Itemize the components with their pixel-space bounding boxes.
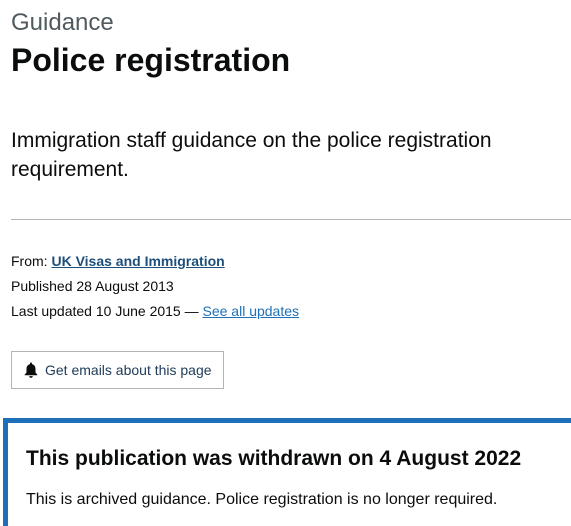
- page-summary: Immigration staff guidance on the police…: [11, 129, 492, 181]
- metadata-updated: Last updated 10 June 2015 — See all upda…: [11, 301, 299, 321]
- metadata-from: From: UK Visas and Immigration: [11, 251, 225, 271]
- updated-date: 10 June 2015: [95, 303, 181, 319]
- updated-label: Last updated: [11, 303, 92, 319]
- page-caption: Guidance: [11, 9, 114, 36]
- published-label: Published: [11, 278, 73, 294]
- divider: [11, 219, 571, 220]
- withdrawn-notice-title: This publication was withdrawn on 4 Augu…: [26, 447, 522, 470]
- withdrawn-notice: This publication was withdrawn on 4 Augu…: [3, 418, 571, 526]
- get-emails-button[interactable]: Get emails about this page: [11, 351, 224, 389]
- see-all-updates-link[interactable]: See all updates: [203, 303, 300, 319]
- get-emails-label: Get emails about this page: [45, 362, 212, 378]
- from-label: From:: [11, 253, 48, 269]
- page-title: Police registration: [11, 42, 291, 78]
- metadata-published: Published 28 August 2013: [11, 276, 174, 296]
- organisation-link[interactable]: UK Visas and Immigration: [51, 253, 224, 269]
- withdrawn-notice-body: This is archived guidance. Police regist…: [26, 491, 498, 508]
- published-date: 28 August 2013: [76, 278, 174, 294]
- bell-icon: [24, 362, 38, 378]
- updated-separator: —: [184, 303, 199, 319]
